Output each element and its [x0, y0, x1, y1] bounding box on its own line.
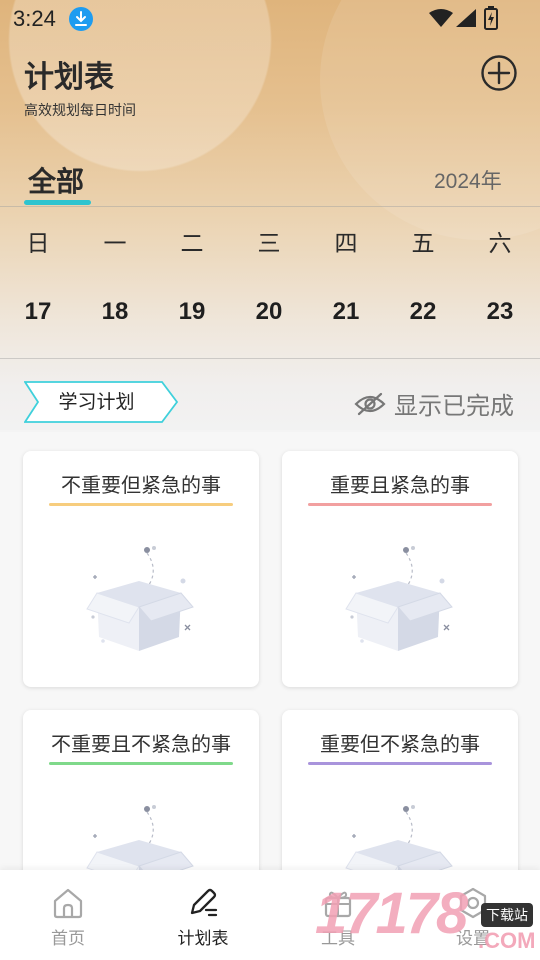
- quadrant-grid: 不重要但紧急的事 重要且紧急的事 不重要且不紧急的事 重要但不紧急的事: [0, 432, 540, 872]
- empty-box-icon: [86, 546, 194, 651]
- quadrant-card[interactable]: 不重要但紧急的事: [23, 451, 259, 687]
- date-cell[interactable]: 19: [162, 298, 222, 326]
- watermark-suffix: .COM: [478, 928, 536, 953]
- tab-active-indicator: [24, 200, 91, 205]
- home-icon: [53, 888, 83, 919]
- quadrant-title: 重要且紧急的事: [330, 473, 470, 497]
- divider: [0, 358, 540, 359]
- edit-icon: [190, 888, 218, 917]
- quadrant-card[interactable]: 不重要且不紧急的事: [23, 710, 259, 872]
- add-plan-button[interactable]: [480, 54, 518, 92]
- weekday-label: 日: [26, 231, 50, 257]
- divider: [0, 206, 540, 207]
- download-icon: [69, 7, 93, 31]
- show-completed-label: 显示已完成: [394, 392, 514, 420]
- eye-off-icon: [354, 392, 386, 415]
- nav-item-home[interactable]: 首页: [23, 886, 113, 949]
- status-bar: 3:24: [0, 0, 540, 38]
- quadrant-card[interactable]: 重要但不紧急的事: [282, 710, 518, 872]
- weekday-label: 六: [488, 231, 512, 257]
- date-cell[interactable]: 20: [239, 298, 299, 326]
- plan-selector[interactable]: 学习计划: [24, 381, 169, 423]
- tab-all[interactable]: 全部: [28, 160, 84, 200]
- weekday-label: 三: [257, 231, 281, 257]
- weekday-label: 二: [180, 231, 204, 257]
- quadrant-card[interactable]: 重要且紧急的事: [282, 451, 518, 687]
- date-cell[interactable]: 22: [393, 298, 453, 326]
- watermark-badge: 下载站: [481, 903, 533, 927]
- weekday-label: 五: [411, 231, 435, 257]
- weekday-label: 一: [103, 231, 127, 257]
- quadrant-accent-line: [49, 503, 233, 506]
- quadrant-title: 不重要但紧急的事: [61, 473, 221, 497]
- quadrant-title: 不重要且不紧急的事: [51, 732, 231, 756]
- weekday-label: 四: [334, 231, 358, 257]
- empty-box-icon: [345, 805, 453, 872]
- status-time: 3:24: [13, 6, 56, 31]
- page-subtitle: 高效规划每日时间: [24, 103, 136, 119]
- date-cell[interactable]: 17: [8, 298, 68, 326]
- watermark-logo: 17178: [315, 881, 468, 946]
- empty-box-icon: [345, 546, 453, 651]
- battery-icon: [484, 6, 498, 34]
- nav-label: 计划表: [177, 929, 229, 949]
- empty-box-icon: [86, 805, 194, 872]
- date-cell[interactable]: 18: [85, 298, 145, 326]
- wifi-icon: [428, 8, 454, 32]
- year-label[interactable]: 2024年: [434, 165, 502, 195]
- plus-circle-icon: [481, 55, 517, 91]
- quadrant-title: 重要但不紧急的事: [320, 732, 480, 756]
- quadrant-accent-line: [308, 762, 492, 765]
- nav-item-plan[interactable]: 计划表: [158, 886, 248, 949]
- date-cell[interactable]: 21: [316, 298, 376, 326]
- quadrant-accent-line: [49, 762, 233, 765]
- signal-icon: [455, 8, 477, 32]
- date-cell[interactable]: 23: [470, 298, 530, 326]
- page-title: 计划表: [24, 60, 114, 95]
- nav-label: 首页: [51, 929, 85, 949]
- quadrant-accent-line: [308, 503, 492, 506]
- show-completed-toggle[interactable]: 显示已完成: [354, 386, 514, 421]
